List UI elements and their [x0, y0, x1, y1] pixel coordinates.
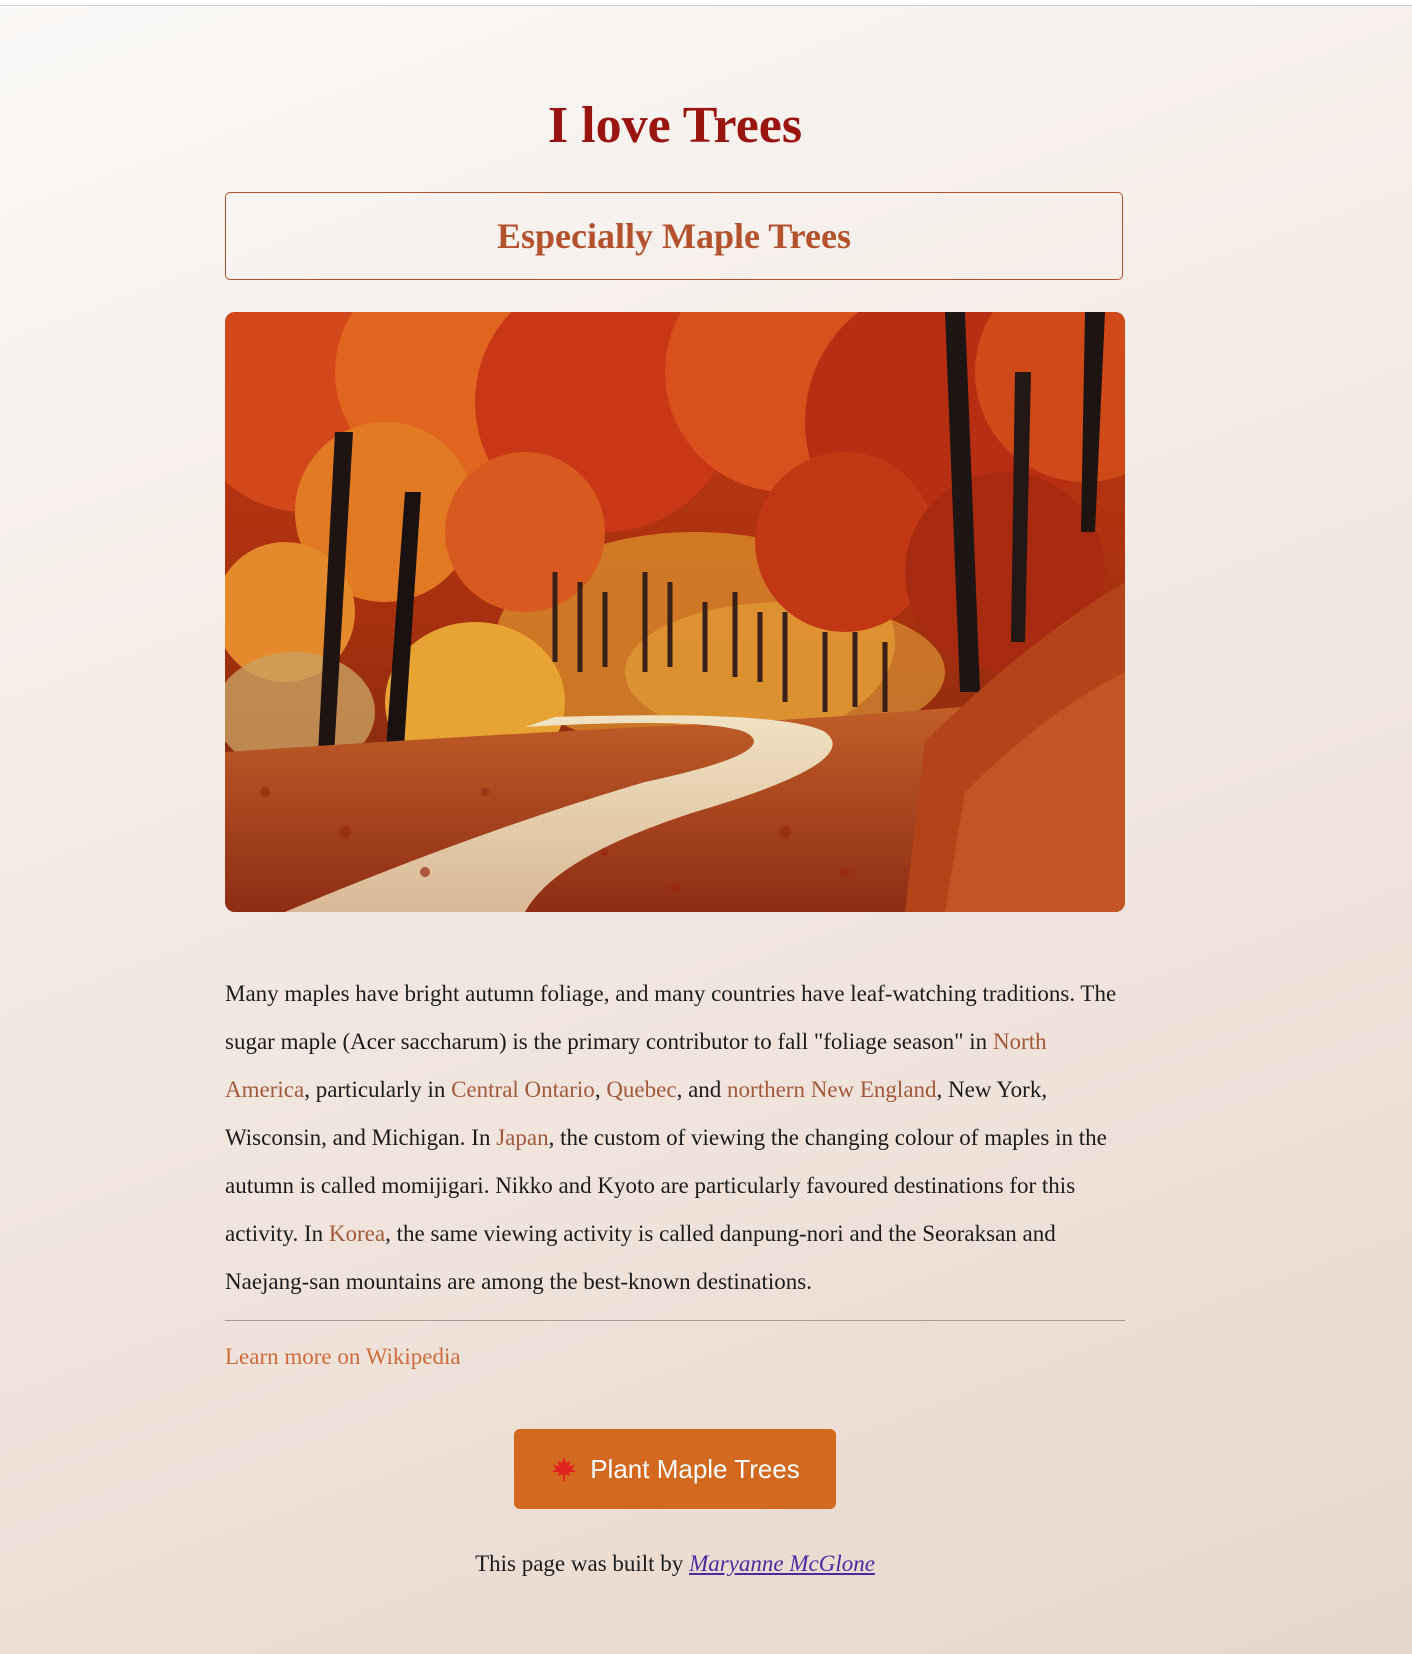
page-title: I love Trees	[547, 97, 803, 154]
link-korea[interactable]: Korea	[329, 1221, 385, 1246]
browser-top-edge	[0, 0, 1412, 6]
paragraph-text: Many maples have bright autumn foliage, …	[225, 981, 1117, 1054]
page-footer: This page was built by Maryanne McGlone	[225, 1548, 1125, 1580]
author-link[interactable]: Maryanne McGlone	[689, 1551, 875, 1576]
plant-button-label: Plant Maple Trees	[590, 1453, 800, 1484]
paragraph-text: , particularly in	[304, 1077, 452, 1102]
maple-leaf-icon	[550, 1455, 578, 1483]
plant-maple-trees-button[interactable]: Plant Maple Trees	[514, 1429, 836, 1509]
link-quebec[interactable]: Quebec	[606, 1077, 676, 1102]
paragraph-text: , and	[676, 1077, 728, 1102]
wikipedia-link[interactable]: Learn more on Wikipedia	[225, 1342, 461, 1372]
paragraph-text: ,	[594, 1077, 607, 1102]
link-central-ontario[interactable]: Central Ontario	[451, 1077, 595, 1102]
autumn-forest-photo	[225, 312, 1125, 912]
footer-text: This page was built by	[475, 1551, 690, 1576]
subtitle-box: Especially Maple Trees	[225, 192, 1123, 280]
page-subtitle: Especially Maple Trees	[497, 216, 851, 256]
maple-description-paragraph: Many maples have bright autumn foliage, …	[225, 970, 1125, 1306]
link-northern-new-england[interactable]: northern New England	[727, 1077, 937, 1102]
link-japan[interactable]: Japan	[496, 1125, 548, 1150]
horizontal-divider	[225, 1320, 1125, 1321]
